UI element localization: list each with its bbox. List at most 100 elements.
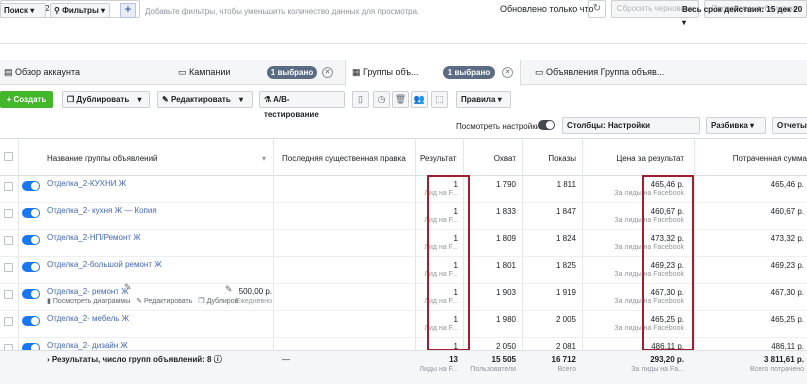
view-settings-toggle[interactable] [538, 120, 555, 130]
sort-icon[interactable]: ▾ [262, 154, 266, 163]
date-range-button[interactable]: Весь срок действия: 15 дек 20 ▾ [682, 3, 807, 27]
edit-label: Редактировать [170, 95, 231, 104]
audience-icon[interactable]: 👥 [411, 91, 428, 108]
chevron-down-icon: ▾ [101, 6, 106, 15]
row-checkbox[interactable] [4, 236, 13, 245]
cost-highlight [642, 175, 694, 351]
col-last-edit-header[interactable]: Последняя существенная правка [282, 154, 406, 163]
search-button[interactable]: Поиск ▾ [0, 3, 46, 18]
row-status-toggle[interactable] [22, 235, 40, 245]
rules-label: Правила [461, 95, 496, 104]
tab-label: Кампании [189, 67, 231, 77]
ab-test-button[interactable]: ⚗ A/B-тестирование [259, 91, 345, 119]
breakdown-button[interactable]: Разбивка ▾ [706, 117, 766, 134]
duplicate-button[interactable]: ❐ Дублировать ▾ [62, 91, 150, 108]
chevron-right-icon: › [47, 355, 50, 364]
pencil-icon[interactable]: ✎ [225, 284, 233, 295]
row-spent: 465,25 р. [770, 315, 804, 324]
pencil-icon[interactable]: ✎ [124, 282, 132, 293]
chevron-down-icon: ▾ [497, 95, 502, 104]
adset-name-link[interactable]: Отделка_2-КУХНИ Ж [47, 179, 126, 188]
tag-icon[interactable]: ⬚ [431, 91, 448, 108]
footer-spent-sub: Всего потрачено [750, 366, 804, 373]
filters-label: Фильтры [62, 6, 99, 15]
pencil-icon: ✎ [136, 298, 143, 305]
updated-status: Обновлено только что [500, 4, 594, 14]
overview-icon: ▤ [4, 67, 13, 77]
adset-name-link[interactable]: Отделка_2- мебель Ж [47, 314, 129, 323]
pencil-icon: ✎ [162, 95, 169, 104]
budget-sub: Ежедневно [235, 298, 272, 305]
delete-draft-icon[interactable]: ▯ [352, 91, 369, 108]
breakdown-label: Разбивка [711, 121, 748, 130]
row-checkbox[interactable] [4, 290, 13, 299]
chart-icon: ▮ [47, 298, 51, 305]
footer-cost-sub: За лиды на Fa... [631, 366, 684, 373]
adset-name-link[interactable]: Отделка_2-большой ремонт Ж [47, 260, 162, 269]
row-spent: 465,46 р. [770, 180, 804, 189]
columns-button[interactable]: Столбцы: Настройки пользовате ▾ [562, 117, 700, 145]
col-results-header[interactable]: Результаты [420, 154, 457, 163]
copy-icon: ❐ [67, 95, 75, 104]
adset-name-link[interactable]: Отделка_2- дизайн Ж [47, 341, 128, 350]
row-spent: 467,30 р. [770, 288, 804, 297]
col-name-header[interactable]: Название группы объявлений [47, 154, 158, 163]
folder-icon: ▭ [178, 67, 187, 77]
row-status-toggle[interactable] [22, 316, 40, 326]
select-all-checkbox[interactable] [4, 152, 13, 161]
add-filter-button[interactable]: + [120, 3, 136, 18]
date-range-label: Весь срок действия: 15 дек 20 [682, 5, 803, 14]
col-spent-header[interactable]: Потраченная сумма [700, 154, 807, 163]
col-cost-header[interactable]: Цена за результат [598, 154, 684, 163]
row-impressions: 1 824 [555, 234, 576, 243]
row-edit-link[interactable]: Редактировать [144, 298, 192, 305]
adset-name-link[interactable]: Отделка_2-НП/Ремонт Ж [47, 233, 141, 242]
footer-reach: 15 505 [491, 355, 516, 364]
tab-account-overview[interactable]: ▤ Обзор аккаунта [0, 60, 170, 85]
filter-hint: Добавьте фильтры, чтобы уменьшить количе… [145, 7, 420, 16]
footer-results-sub: Лиды на F... [419, 366, 458, 373]
close-icon[interactable]: ✕ [322, 67, 333, 78]
copy-icon: ❐ [198, 298, 205, 305]
reports-button[interactable]: Отчеты [772, 117, 807, 134]
footer-impressions: 16 712 [551, 355, 576, 364]
row-checkbox[interactable] [4, 317, 13, 326]
row-checkbox[interactable] [4, 209, 13, 218]
adset-name-link[interactable]: Отделка_2- ремонт Ж [47, 287, 129, 296]
row-checkbox[interactable] [4, 263, 13, 272]
col-reach-header[interactable]: Охват [470, 154, 516, 163]
trash-icon[interactable]: 🗑 [392, 91, 409, 108]
rules-button[interactable]: Правила ▾ [456, 91, 511, 108]
results-highlight [427, 175, 470, 351]
footer-summary[interactable]: › Результаты, число групп объявлений: 8 … [47, 354, 222, 365]
edit-button[interactable]: ✎ Редактировать ▾ [157, 91, 253, 108]
search-label: Поиск [4, 6, 29, 15]
tab-label: Группы объ... [363, 67, 419, 77]
row-status-toggle[interactable] [22, 262, 40, 272]
reports-label: Отчеты [777, 121, 807, 130]
row-status-toggle[interactable] [22, 289, 40, 299]
row-status-toggle[interactable] [22, 208, 40, 218]
create-button[interactable]: + Создать [0, 91, 53, 108]
col-impressions-header[interactable]: Показы [530, 154, 576, 163]
view-charts-link[interactable]: Посмотреть диаграммы [53, 298, 130, 305]
view-settings-label: Посмотреть настройки [456, 122, 541, 131]
ad-icon: ▭ [535, 67, 544, 77]
refresh-icon[interactable]: ↻ [588, 0, 606, 18]
footer-reach-sub: Пользователи [470, 366, 516, 373]
row-impressions: 1 919 [555, 288, 576, 297]
chevron-down-icon: ▾ [682, 18, 687, 27]
row-spent: 460,67 р. [770, 207, 804, 216]
budget-value: 500,00 р. [238, 287, 272, 296]
footer-cost: 293,20 р. [650, 355, 684, 364]
tab-ads[interactable]: ▭ Объявления Группа объяв... [535, 60, 735, 85]
close-icon[interactable]: ✕ [502, 67, 513, 78]
row-impressions: 1 825 [555, 261, 576, 270]
filters-button[interactable]: ⚲ Фильтры ▾ [50, 3, 110, 18]
row-status-toggle[interactable] [22, 181, 40, 191]
row-impressions: 2 005 [555, 315, 576, 324]
adset-name-link[interactable]: Отделка_2- кухня Ж — Копия [47, 206, 157, 215]
clock-icon[interactable]: ◷ [373, 91, 390, 108]
row-checkbox[interactable] [4, 182, 13, 191]
row-hover-actions: ▮ Посмотреть диаграммы ✎ Редактировать ❐… [47, 297, 238, 305]
